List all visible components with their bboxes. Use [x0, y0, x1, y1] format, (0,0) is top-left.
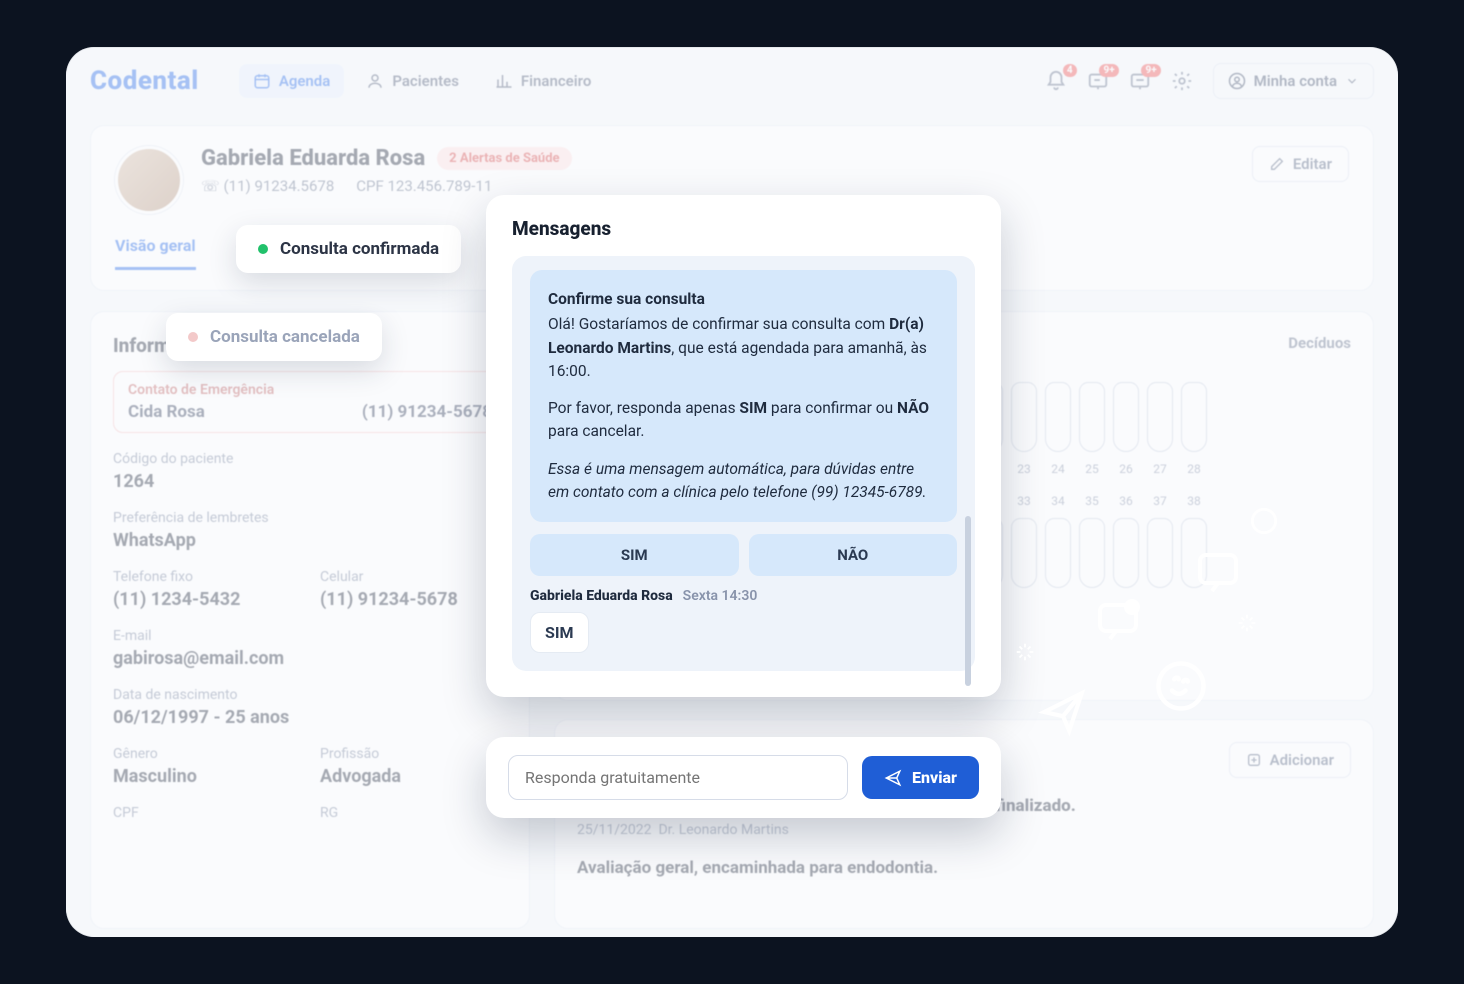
- circle-icon: [1250, 507, 1278, 535]
- status-label: Consulta confirmada: [280, 239, 439, 259]
- messages-modal: Mensagens Confirme sua consulta Olá! Gos…: [486, 195, 1001, 697]
- reply-nao-button[interactable]: NÃO: [749, 534, 958, 576]
- status-dot-icon: [188, 332, 198, 342]
- status-pill-confirmed: Consulta confirmada: [236, 225, 461, 273]
- send-label: Enviar: [912, 768, 957, 787]
- status-pill-canceled: Consulta cancelada: [166, 313, 382, 361]
- bubble-title: Confirme sua consulta: [548, 288, 939, 311]
- reply-input[interactable]: [508, 755, 848, 800]
- status-label: Consulta cancelada: [210, 327, 360, 347]
- whatsapp-icon: [1154, 659, 1208, 713]
- comment-dot-icon: [1094, 595, 1142, 643]
- reply-bar: Enviar: [486, 737, 1001, 818]
- sparkle-icon: [1236, 612, 1258, 634]
- message-bubble: Confirme sua consulta Olá! Gostaríamos d…: [530, 270, 957, 522]
- sparkle-icon: [1014, 641, 1036, 663]
- messages-title: Mensagens: [512, 217, 975, 240]
- sender-row: Gabriela Eduarda Rosa Sexta 14:30: [530, 588, 957, 604]
- reply-sim-button[interactable]: SIM: [530, 534, 739, 576]
- status-dot-icon: [258, 244, 268, 254]
- sender-time: Sexta 14:30: [683, 588, 758, 604]
- send-icon: [884, 769, 902, 787]
- scrollbar-thumb[interactable]: [965, 516, 971, 686]
- bubble-footnote: Essa é uma mensagem automática, para dúv…: [548, 458, 939, 505]
- send-button[interactable]: Enviar: [862, 756, 979, 799]
- bubble-text: Por favor, responda apenas SIM para conf…: [548, 397, 939, 444]
- paper-plane-icon: [1038, 687, 1088, 737]
- reply-bubble: SIM: [530, 612, 589, 653]
- bubble-text: Olá! Gostaríamos de confirmar sua consul…: [548, 313, 939, 383]
- chat-area: Confirme sua consulta Olá! Gostaríamos d…: [512, 256, 975, 671]
- sender-name: Gabriela Eduarda Rosa: [530, 588, 673, 604]
- chat-square-icon: [1194, 547, 1242, 595]
